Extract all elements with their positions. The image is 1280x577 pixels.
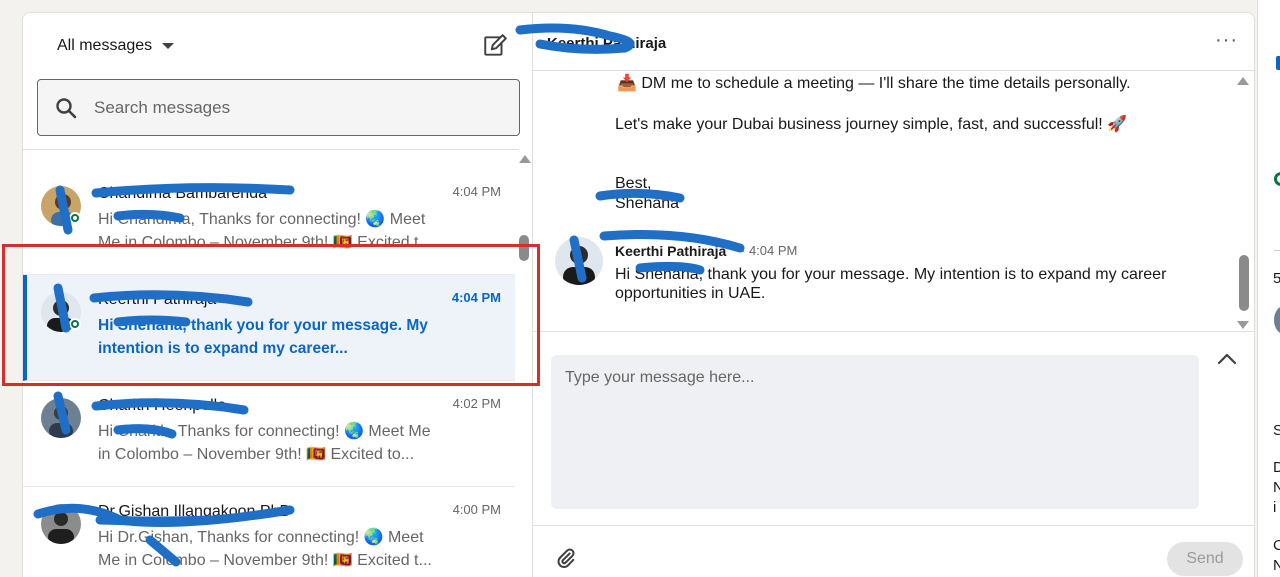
filter-dropdown[interactable]: All messages xyxy=(57,37,175,55)
truncated-text: i xyxy=(1273,499,1277,516)
truncated-text: C xyxy=(1273,537,1280,554)
paperclip-icon[interactable] xyxy=(555,547,577,569)
online-status-icon xyxy=(69,318,81,330)
conversation-panel: Keerthi Pathiraja ··· 📥 DM me to schedul… xyxy=(532,12,1255,577)
truncated-text: D xyxy=(1273,459,1280,476)
conversation-snippet: Hi Chandima, Thanks for connecting! 🌏 Me… xyxy=(98,211,432,251)
message-body: Hi Shehana, thank you for your message. … xyxy=(615,266,1167,302)
scrollbar-thumb[interactable] xyxy=(1239,255,1249,311)
conversation-name: Dr.Gishan Illangakoon PhD xyxy=(98,503,291,520)
online-status-icon xyxy=(69,212,81,224)
list-scrollbar[interactable] xyxy=(519,153,532,577)
scroll-up-icon[interactable] xyxy=(1237,77,1249,85)
divider xyxy=(533,525,1254,526)
truncated-text: 5 xyxy=(1273,270,1280,287)
avatar xyxy=(1274,306,1280,334)
filter-label: All messages xyxy=(57,37,153,54)
conversation-time: 4:02 PM xyxy=(452,396,501,411)
conversation-time: 4:00 PM xyxy=(452,502,501,517)
truncated-text: N xyxy=(1273,557,1280,574)
truncated-text: S xyxy=(1273,422,1280,439)
list-divider xyxy=(23,149,519,150)
thread-scrollbar[interactable] xyxy=(1237,75,1251,331)
list-header: All messages xyxy=(23,13,532,73)
conversation-time: 4:04 PM xyxy=(451,290,501,305)
search-input[interactable] xyxy=(94,97,494,118)
avatar xyxy=(41,398,81,438)
conversation-name: Chandima Bambarenda xyxy=(98,185,267,202)
more-options-button[interactable]: ··· xyxy=(1215,29,1238,52)
chevron-up-icon[interactable] xyxy=(1216,351,1238,367)
conversation-title[interactable]: Keerthi Pathiraja xyxy=(547,35,666,52)
message-timestamp: · 4:04 PM xyxy=(741,243,798,258)
scrollbar-thumb[interactable] xyxy=(519,235,529,261)
message-line: 📥 DM me to schedule a meeting — I'll sha… xyxy=(617,75,1131,92)
conversation-name: Keerthi Pathiraja xyxy=(98,291,217,308)
message-thread: 📥 DM me to schedule a meeting — I'll sha… xyxy=(533,71,1254,333)
status-icon xyxy=(1274,172,1280,186)
message-input[interactable] xyxy=(551,355,1199,509)
conversation-item-active[interactable]: Keerthi Pathiraja 4:04 PM Hi Shehana, th… xyxy=(23,275,515,381)
right-sidebar-partial: 5 S D N i C N xyxy=(1257,0,1280,577)
conversation-item[interactable]: Charith Heenpella 4:02 PM Hi Charith, Th… xyxy=(23,381,515,487)
divider xyxy=(533,331,1254,332)
divider xyxy=(1274,250,1280,251)
avatar xyxy=(41,504,81,544)
message-line: Let's make your Dubai business journey s… xyxy=(615,116,1128,133)
sender-avatar[interactable] xyxy=(555,237,603,285)
brand-mark-icon xyxy=(1276,56,1280,70)
search-box[interactable] xyxy=(37,79,520,136)
conversation-snippet: Hi Shehana, thank you for your message. … xyxy=(98,317,428,357)
message-signature: Shehana xyxy=(615,195,680,212)
search-icon xyxy=(56,97,77,118)
conversation-snippet: Hi Charith, Thanks for connecting! 🌏 Mee… xyxy=(98,423,431,463)
conversation-time: 4:04 PM xyxy=(452,184,501,199)
scroll-down-icon[interactable] xyxy=(1237,321,1249,329)
conversation-item[interactable]: Dr.Gishan Illangakoon PhD 4:00 PM Hi Dr.… xyxy=(23,487,515,577)
truncated-text: N xyxy=(1273,479,1280,496)
sender-name[interactable]: Keerthi Pathiraja xyxy=(615,243,726,259)
conversation-header: Keerthi Pathiraja ··· xyxy=(533,13,1254,71)
send-button[interactable]: Send xyxy=(1167,542,1243,576)
message-compose-box[interactable] xyxy=(551,355,1199,509)
message-line: Best, xyxy=(615,175,652,192)
conversation-snippet: Hi Dr.Gishan, Thanks for connecting! 🌏 M… xyxy=(98,529,432,569)
compose-icon[interactable] xyxy=(482,33,508,59)
caret-down-icon xyxy=(162,43,175,49)
conversation-list-panel: All messages Chandima Bambarenda 4:04 PM… xyxy=(22,12,532,577)
conversation-item[interactable]: Chandima Bambarenda 4:04 PM Hi Chandima,… xyxy=(23,169,515,275)
conversation-name: Charith Heenpella xyxy=(98,397,227,414)
scroll-up-icon[interactable] xyxy=(519,155,531,163)
